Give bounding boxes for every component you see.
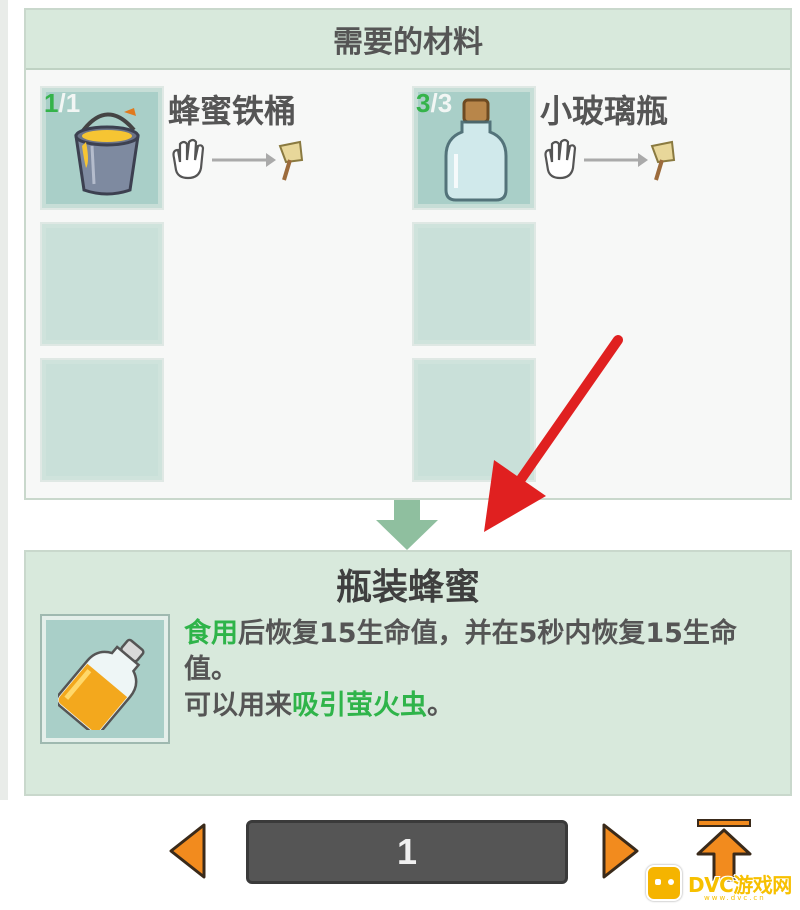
axe-icon bbox=[278, 140, 304, 181]
left-edge-strip bbox=[0, 0, 8, 800]
empty-slot bbox=[40, 358, 164, 482]
page-indicator: 1 bbox=[246, 820, 568, 884]
gather-hint-2 bbox=[540, 138, 680, 186]
gather-hint-1 bbox=[168, 138, 308, 186]
result-panel: 瓶装蜂蜜 食用后恢复15生命值，并在5秒内恢复15生命值。 可以用来吸引萤火虫。 bbox=[24, 550, 792, 796]
axe-icon bbox=[650, 140, 676, 181]
gamepad-logo-icon bbox=[646, 865, 682, 901]
watermark-subtext: www.dvc.cn bbox=[704, 894, 766, 902]
result-slot[interactable] bbox=[40, 614, 170, 744]
material-name-2: 小玻璃瓶 bbox=[540, 92, 669, 130]
materials-header: 需要的材料 bbox=[26, 10, 790, 70]
next-page-button[interactable] bbox=[600, 822, 640, 880]
hand-icon bbox=[172, 138, 205, 180]
material-slot-2[interactable]: 3/3 bbox=[412, 86, 536, 210]
material-slot-1[interactable]: 1/1 bbox=[40, 86, 164, 210]
watermark: DVC游戏网 www.dvc.cn bbox=[646, 860, 796, 906]
material-name-1: 蜂蜜铁桶 bbox=[168, 92, 297, 130]
empty-slot bbox=[40, 222, 164, 346]
result-title: 瓶装蜂蜜 bbox=[335, 567, 480, 608]
result-description: 食用后恢复15生命值，并在5秒内恢复15生命值。 可以用来吸引萤火虫。 bbox=[184, 618, 737, 721]
material-count-2: 3/3 bbox=[416, 88, 453, 118]
crafting-screen: 需要的材料 1/1 蜂蜜铁桶 3/3 小玻璃瓶 瓶装蜂蜜 食用后恢复15生命值，… bbox=[0, 0, 800, 910]
material-count-1: 1/1 bbox=[44, 88, 81, 118]
arrow-right-icon bbox=[584, 153, 648, 167]
keyword-firefly: 吸引萤火虫 bbox=[292, 690, 427, 721]
keyword-eat: 食用 bbox=[184, 618, 238, 649]
page-number: 1 bbox=[396, 831, 418, 872]
arrow-right-icon bbox=[212, 153, 276, 167]
hand-icon bbox=[544, 138, 577, 180]
prev-page-button[interactable] bbox=[168, 822, 208, 880]
annotation-arrow-icon bbox=[484, 335, 623, 532]
down-arrow-icon bbox=[376, 500, 438, 550]
bottled-honey-icon bbox=[58, 638, 145, 730]
glass-bottle-icon bbox=[444, 98, 508, 202]
